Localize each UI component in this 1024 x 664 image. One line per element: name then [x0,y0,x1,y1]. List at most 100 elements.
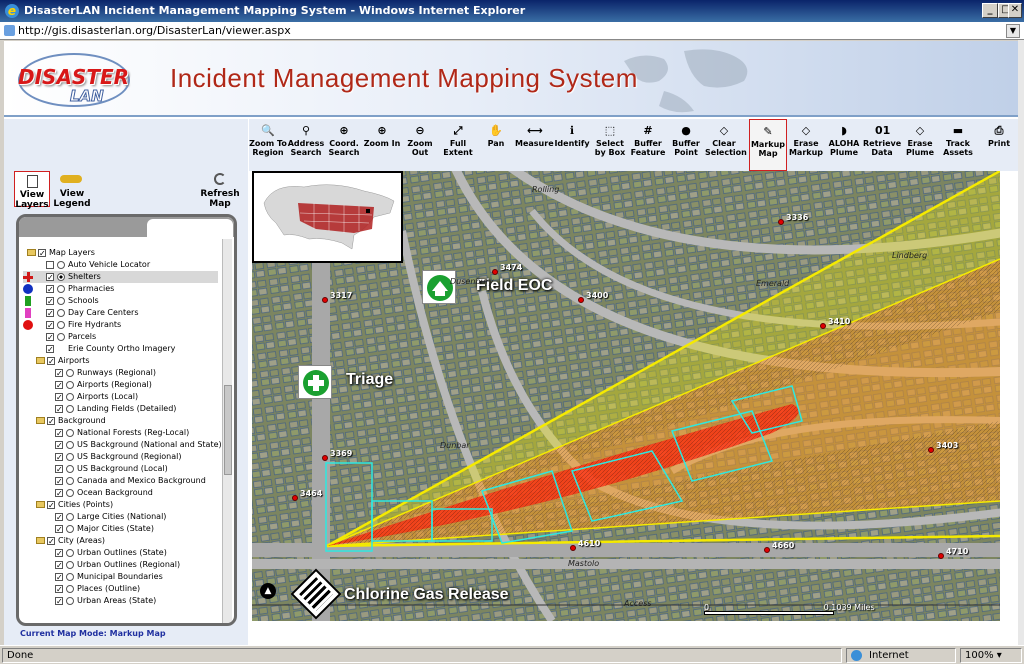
triage-marker[interactable] [298,365,332,399]
layer-radio[interactable] [66,465,74,473]
layer-checkbox[interactable]: ✓ [47,357,55,366]
layer-item[interactable]: ✓ Pharmacies [23,283,218,295]
tool-erase-markup-button[interactable]: ◇ Erase Markup [787,119,825,171]
layer-item[interactable]: ✓ Parcels [23,331,218,343]
minimize-button[interactable]: _ [982,3,998,18]
layer-item[interactable]: Auto Vehicle Locator [23,259,218,271]
layer-radio[interactable] [66,561,74,569]
layer-radio[interactable] [66,369,74,377]
layer-checkbox[interactable]: ✓ [46,321,54,330]
view-layers-button[interactable]: View Layers [14,171,50,210]
layer-checkbox[interactable]: ✓ [47,501,55,510]
layer-folder[interactable]: ✓ Map Layers [23,247,218,259]
tool-track-assets-button[interactable]: ▬ Track Assets [939,119,977,171]
layer-checkbox[interactable]: ✓ [55,429,63,438]
layer-item[interactable]: ✓ US Background (National and State) [23,439,222,451]
layer-checkbox[interactable]: ✓ [46,297,54,306]
layer-radio[interactable] [66,393,74,401]
layer-item[interactable]: ✓ Urban Areas (State) [23,595,218,607]
tool-measure-button[interactable]: ⟷ Measure [515,119,554,171]
layer-checkbox[interactable]: ✓ [55,597,63,606]
layer-checkbox[interactable]: ✓ [55,393,63,402]
hydrant-point[interactable] [322,455,328,461]
tool-full-extent-button[interactable]: ⤢ Full Extent [439,119,477,171]
address-dropdown-icon[interactable]: ▼ [1006,24,1020,38]
layer-item[interactable]: ✓ US Background (Local) [23,463,218,475]
layer-checkbox[interactable]: ✓ [55,573,63,582]
layer-item[interactable]: ✓ Canada and Mexico Background [23,475,218,487]
tool-select-by-box-button[interactable]: ⬚ Select by Box [591,119,629,171]
layer-radio[interactable] [66,381,74,389]
tool-coord-search-button[interactable]: ⊕ Coord. Search [325,119,363,171]
layer-radio[interactable] [66,441,74,449]
layer-radio[interactable] [66,489,74,497]
refresh-map-button[interactable]: Refresh Map [200,171,240,209]
layer-checkbox[interactable] [46,261,54,269]
layer-item[interactable]: ✓ Places (Outline) [23,583,218,595]
layer-item[interactable]: ✓ Urban Outlines (Regional) [23,559,218,571]
layer-item[interactable]: ✓ Day Care Centers [23,307,218,319]
hydrant-point[interactable] [820,323,826,329]
layer-radio[interactable] [66,525,74,533]
layer-radio[interactable] [57,333,65,341]
layer-checkbox[interactable]: ✓ [55,405,63,414]
layer-checkbox[interactable]: ✓ [55,549,63,558]
hydrant-point[interactable] [938,553,944,559]
layer-checkbox[interactable]: ✓ [46,333,54,342]
layer-checkbox[interactable]: ✓ [55,585,63,594]
layer-radio[interactable] [57,273,65,281]
tool-pan-button[interactable]: ✋ Pan [477,119,515,171]
tool-aloha-plume-button[interactable]: ◗ ALOHA Plume [825,119,863,171]
hydrant-point[interactable] [928,447,934,453]
hydrant-point[interactable] [764,547,770,553]
map-view[interactable]: Field EOC Triage Chlorine Gas Release 33… [252,171,1000,621]
hydrant-point[interactable] [778,219,784,225]
hydrant-point[interactable] [578,297,584,303]
layer-item[interactable]: ✓ National Forests (Reg-Local) [23,427,218,439]
layer-checkbox[interactable]: ✓ [55,465,63,474]
layer-item[interactable]: ✓ Erie County Ortho Imagery [23,343,218,355]
tool-address-search-button[interactable]: ⚲ Address Search [287,119,325,171]
layer-scrollbar[interactable] [222,239,232,623]
view-legend-button[interactable]: View Legend [52,171,92,209]
layer-radio[interactable] [66,405,74,413]
layer-folder[interactable]: ✓ City (Areas) [23,535,218,547]
tool-identify-button[interactable]: ℹ Identify [553,119,591,171]
field-eoc-marker[interactable] [422,270,456,304]
tool-zoom-to-region-button[interactable]: 🔍 Zoom To Region [249,119,287,171]
tool-erase-plume-button[interactable]: ◇ Erase Plume [901,119,939,171]
layer-item[interactable]: ✓ Fire Hydrants [23,319,218,331]
layer-checkbox[interactable]: ✓ [55,513,63,522]
layer-checkbox[interactable]: ✓ [55,525,63,534]
layer-checkbox[interactable]: ✓ [55,441,63,450]
layer-radio[interactable] [66,585,74,593]
tool-zoom-in-button[interactable]: ⊕ Zoom In [363,119,401,171]
overview-map[interactable] [252,171,403,263]
tool-print-button[interactable]: ⎙ Print [983,119,1015,171]
layer-checkbox[interactable]: ✓ [55,369,63,378]
layer-checkbox[interactable]: ✓ [46,345,54,354]
layer-checkbox[interactable]: ✓ [46,273,54,282]
layer-item[interactable]: ✓ Runways (Regional) [23,367,218,379]
layer-checkbox[interactable]: ✓ [47,537,55,546]
layer-item[interactable]: ✓ Schools [23,295,218,307]
layer-radio[interactable] [57,309,65,317]
layer-item[interactable]: ✓ Airports (Local) [23,391,218,403]
layer-checkbox[interactable]: ✓ [38,249,46,258]
layer-radio[interactable] [66,597,74,605]
tool-retrieve-data-button[interactable]: 01 Retrieve Data [863,119,901,171]
layer-item[interactable]: ✓ Landing Fields (Detailed) [23,403,218,415]
layer-item[interactable]: ✓ Major Cities (State) [23,523,218,535]
close-button[interactable]: ✕ [1008,3,1022,18]
layer-item[interactable]: ✓ Urban Outlines (State) [23,547,218,559]
layer-radio[interactable] [66,429,74,437]
layer-checkbox[interactable]: ✓ [55,489,63,498]
layer-item[interactable]: ✓ Shelters [23,271,218,283]
layer-radio[interactable] [66,513,74,521]
layer-item[interactable]: ✓ Ocean Background [23,487,218,499]
layer-checkbox[interactable]: ✓ [46,309,54,318]
layer-radio[interactable] [66,453,74,461]
layer-radio[interactable] [66,477,74,485]
layer-radio[interactable] [66,549,74,557]
layer-radio[interactable] [57,321,65,329]
